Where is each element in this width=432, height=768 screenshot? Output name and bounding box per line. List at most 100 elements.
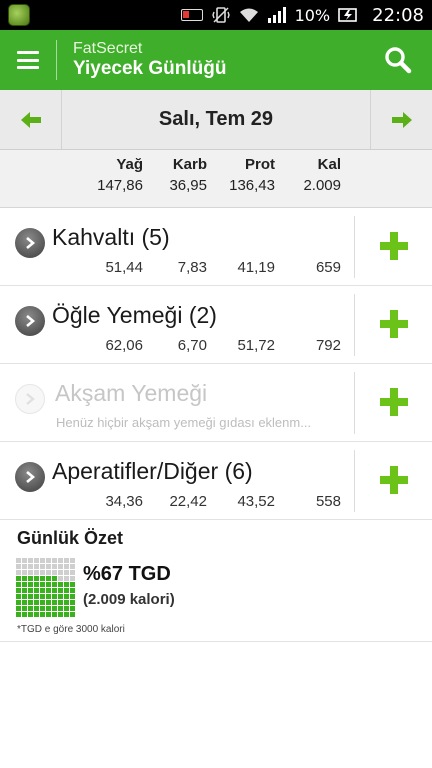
plus-icon [380, 388, 408, 416]
battery-low-icon [180, 9, 203, 21]
rdi-grid-cell [22, 600, 27, 605]
rdi-grid-cell [58, 606, 63, 611]
rdi-grid-cell [34, 558, 39, 563]
rdi-grid-cell [52, 570, 57, 575]
rdi-grid-cell [70, 582, 75, 587]
previous-day-button[interactable] [0, 90, 62, 149]
daily-summary[interactable]: Günlük Özet %67 TGD (2.009 kalori) *TGD … [0, 520, 432, 642]
rdi-grid-cell [64, 582, 69, 587]
status-bar: 10% 22:08 [0, 0, 432, 30]
next-day-button[interactable] [370, 90, 432, 149]
rdi-grid-cell [34, 564, 39, 569]
rdi-grid-cell [64, 600, 69, 605]
menu-button[interactable] [0, 30, 56, 90]
rdi-grid-cell [22, 594, 27, 599]
chevron-right-icon[interactable] [15, 462, 45, 492]
summary-title: Günlük Özet [17, 528, 124, 548]
rdi-grid-cell [40, 582, 45, 587]
row-divider [354, 216, 355, 278]
rdi-grid-cell [64, 558, 69, 563]
rdi-grid-cell [22, 570, 27, 575]
daily-totals: Yağ Karb Prot Kal 147,86 36,95 136,43 2.… [0, 150, 432, 208]
arrow-left-icon [20, 111, 41, 128]
chevron-right-icon[interactable] [15, 228, 45, 258]
calorie-header: Kal [317, 156, 341, 173]
meal-empty-message: Henüz hiçbir akşam yemeği gıdası eklenm.… [56, 415, 312, 430]
rdi-grid-cell [22, 558, 27, 563]
rdi-grid-cell [46, 594, 51, 599]
add-dinner-button[interactable] [378, 386, 410, 418]
meal-fat: 51,44 [105, 259, 143, 276]
rdi-grid-cell [40, 576, 45, 581]
rdi-grid-cell [58, 600, 63, 605]
rdi-grid-cell [64, 576, 69, 581]
rdi-grid-cell [34, 606, 39, 611]
meal-protein: 51,72 [237, 337, 275, 354]
rdi-grid-cell [40, 564, 45, 569]
rdi-grid-cell [16, 588, 21, 593]
app-bar: FatSecret Yiyecek Günlüğü [0, 30, 432, 90]
meal-calories: 558 [315, 493, 341, 510]
row-divider [354, 450, 355, 512]
chevron-right-icon[interactable] [15, 306, 45, 336]
rdi-grid-cell [16, 570, 21, 575]
meal-carb: 22,42 [169, 493, 207, 510]
meal-title: Akşam Yemeği [55, 380, 208, 406]
rdi-grid-cell [28, 606, 33, 611]
rdi-grid-cell [64, 564, 69, 569]
rdi-grid-cell [70, 612, 75, 617]
plus-icon [380, 232, 408, 260]
meal-row-dinner[interactable]: Akşam Yemeği Henüz hiçbir akşam yemeği g… [0, 364, 432, 442]
rdi-grid-cell [58, 558, 63, 563]
rdi-grid-cell [40, 594, 45, 599]
calorie-total: 2.009 [303, 177, 341, 194]
rdi-grid-cell [52, 612, 57, 617]
add-snacks-button[interactable] [378, 464, 410, 496]
rdi-grid-cell [70, 576, 75, 581]
app-bar-divider [56, 40, 57, 80]
meal-row-lunch[interactable]: Öğle Yemeği (2) 62,06 6,70 51,72 792 [0, 286, 432, 364]
rdi-grid-cell [46, 576, 51, 581]
rdi-grid-cell [52, 606, 57, 611]
rdi-grid-cell [52, 594, 57, 599]
rdi-grid-cell [58, 564, 63, 569]
meal-fat: 62,06 [105, 337, 143, 354]
rdi-grid-cell [58, 612, 63, 617]
rdi-grid-cell [22, 582, 27, 587]
rdi-grid-cell [70, 588, 75, 593]
rdi-progress-grid [16, 558, 78, 620]
rdi-grid-cell [64, 612, 69, 617]
meal-title: Kahvaltı (5) [52, 224, 170, 250]
meal-row-breakfast[interactable]: Kahvaltı (5) 51,44 7,83 41,19 659 [0, 208, 432, 286]
rdi-grid-cell [40, 558, 45, 563]
rdi-grid-cell [46, 606, 51, 611]
meal-row-snacks[interactable]: Aperatifler/Diğer (6) 34,36 22,42 43,52 … [0, 442, 432, 520]
rdi-grid-cell [28, 588, 33, 593]
rdi-grid-cell [22, 564, 27, 569]
rdi-grid-cell [70, 558, 75, 563]
search-icon [385, 47, 412, 74]
rdi-grid-cell [16, 606, 21, 611]
rdi-grid-cell [34, 600, 39, 605]
rdi-grid-cell [52, 576, 57, 581]
rdi-grid-cell [52, 582, 57, 587]
rdi-grid-cell [46, 588, 51, 593]
rdi-grid-cell [58, 576, 63, 581]
row-divider [354, 372, 355, 434]
plus-icon [380, 310, 408, 338]
rdi-footnote: *TGD e göre 3000 kalori [17, 624, 125, 635]
rdi-grid-cell [22, 612, 27, 617]
date-label[interactable]: Salı, Tem 29 [62, 90, 370, 149]
add-lunch-button[interactable] [378, 308, 410, 340]
search-button[interactable] [382, 44, 414, 76]
rdi-grid-cell [52, 588, 57, 593]
meal-title: Aperatifler/Diğer (6) [52, 458, 253, 484]
meal-title: Öğle Yemeği (2) [52, 302, 217, 328]
rdi-grid-cell [40, 570, 45, 575]
rdi-grid-cell [16, 600, 21, 605]
add-breakfast-button[interactable] [378, 230, 410, 262]
rdi-grid-cell [64, 588, 69, 593]
rdi-grid-cell [40, 600, 45, 605]
rdi-grid-cell [52, 558, 57, 563]
meal-calories: 659 [315, 259, 341, 276]
